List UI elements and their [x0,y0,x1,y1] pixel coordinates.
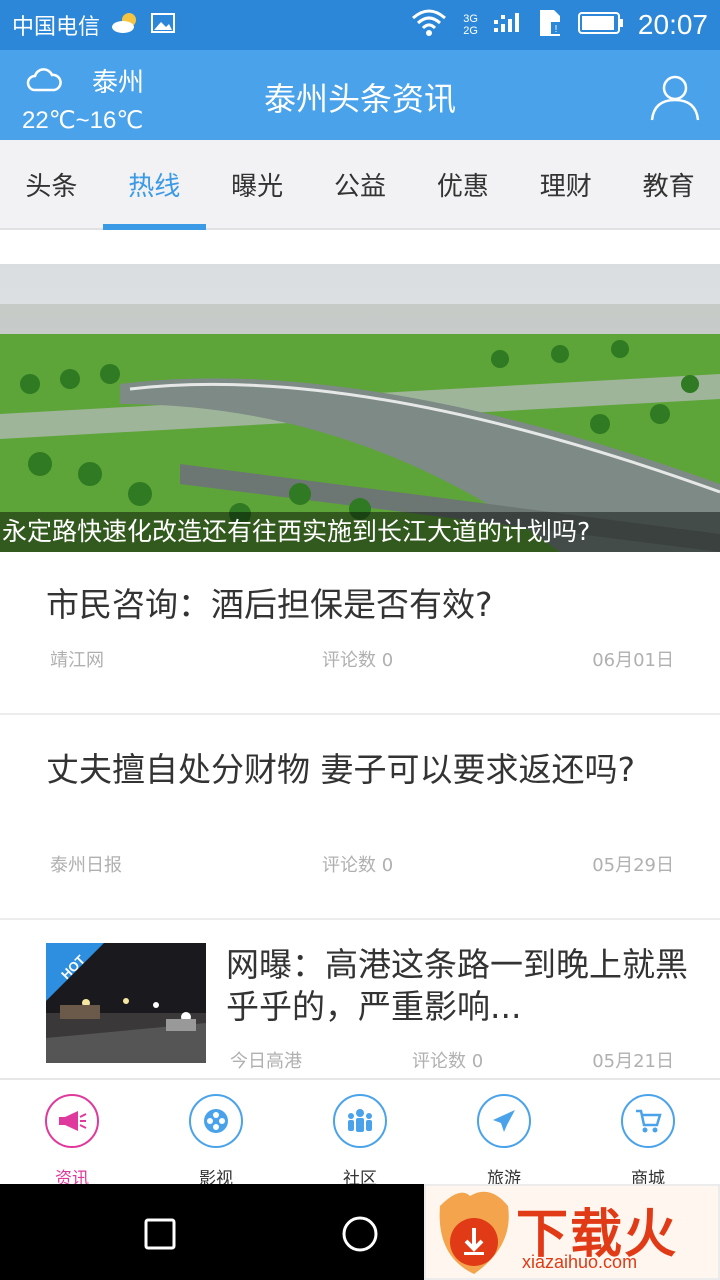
network-label-3g: 3G [463,13,478,25]
tab-jiaoyu[interactable]: 教育 [617,140,720,228]
cart-icon [621,1094,675,1148]
people-icon [333,1094,387,1148]
tab-licai[interactable]: 理财 [514,140,617,228]
news-thumbnail: HOT [46,943,206,1063]
battery-icon [577,11,624,39]
news-comment-count: 评论数 0 [322,855,394,876]
square-icon [144,1218,176,1250]
featured-banner[interactable]: 永定路快速化改造还有往西实施到长江大道的计划吗? [0,264,720,552]
watermark-url: xiazaihuo.com [522,1252,638,1272]
signal-icon [492,10,522,40]
user-icon [650,75,700,121]
news-title: 丈夫擅自处分财物 妻子可以要求返还吗? [46,750,636,789]
news-date: 05月29日 [592,855,674,876]
banner-caption: 永定路快速化改造还有往西实施到长江大道的计划吗? [0,512,720,552]
news-item[interactable]: 市民咨询：酒后担保是否有效? 靖江网 评论数 0 06月01日 [0,552,720,715]
nav-item-community[interactable]: 社区 [288,1080,432,1189]
carrier-name: 中国电信 [12,15,101,40]
news-date: 06月01日 [592,650,674,671]
hot-badge: HOT [46,943,104,1001]
wifi-icon [409,8,449,42]
page-title: 泰州头条资讯 [263,80,456,118]
news-comment-count: 评论数 0 [412,1051,484,1072]
news-title: 网曝：高港这条路一到晚上就黑乎乎的，严重影响... [226,945,688,1026]
app-header: 泰州 22℃~16℃ 泰州头条资讯 [0,50,720,140]
app-screen: 中国电信 3G 2G ! 20:07 泰州 22℃~16℃ 泰州头条资讯 头条 … [0,0,720,1280]
tab-baoguang[interactable]: 曝光 [206,140,309,228]
recent-apps-button[interactable] [130,1204,190,1264]
svg-text:!: ! [555,24,558,35]
network-type-icon: 3G 2G [463,13,478,37]
nav-item-mall[interactable]: 商城 [576,1080,720,1189]
news-date: 05月21日 [592,1051,674,1072]
news-source: 靖江网 [50,650,104,671]
news-comment-count: 评论数 0 [322,650,394,671]
megaphone-icon [45,1094,99,1148]
news-item[interactable]: HOT 网曝：高港这条路一到晚上就黑乎乎的，严重影响... 今日高港 评论数 0… [0,920,720,1078]
news-source: 泰州日报 [50,855,122,876]
film-reel-icon [189,1094,243,1148]
news-source: 今日高港 [230,1051,302,1072]
status-right: 3G 2G ! 20:07 [409,8,708,42]
gallery-icon [150,11,176,39]
bottom-navigation: 资讯 影视 社区 旅游 商城 [0,1078,720,1189]
nav-item-travel[interactable]: 旅游 [432,1080,576,1189]
user-profile-button[interactable] [648,70,702,124]
sim-icon: ! [536,8,564,42]
circle-icon [342,1216,378,1252]
nav-item-video[interactable]: 影视 [144,1080,288,1189]
home-button[interactable] [330,1204,390,1264]
network-label-2g: 2G [463,25,478,37]
news-title: 市民咨询：酒后担保是否有效? [46,585,493,624]
weather-status-icon [110,11,140,39]
status-bar: 中国电信 3G 2G ! 20:07 [0,0,720,50]
airplane-icon [477,1094,531,1148]
flame-logo-icon [439,1191,509,1274]
tab-toutiao[interactable]: 头条 [0,140,103,228]
watermark-logo: 下载火 xiazaihuo.com [424,1184,720,1280]
tab-gongyi[interactable]: 公益 [309,140,412,228]
nav-item-news[interactable]: 资讯 [0,1080,144,1189]
tab-rexian[interactable]: 热线 [102,140,206,230]
banner-image [0,264,720,552]
news-item[interactable]: 丈夫擅自处分财物 妻子可以要求返还吗? 泰州日报 评论数 0 05月29日 [0,715,720,920]
category-tabs: 头条 热线 曝光 公益 优惠 理财 教育 [0,140,720,230]
tab-youhui[interactable]: 优惠 [411,140,514,228]
clock: 20:07 [637,9,708,40]
